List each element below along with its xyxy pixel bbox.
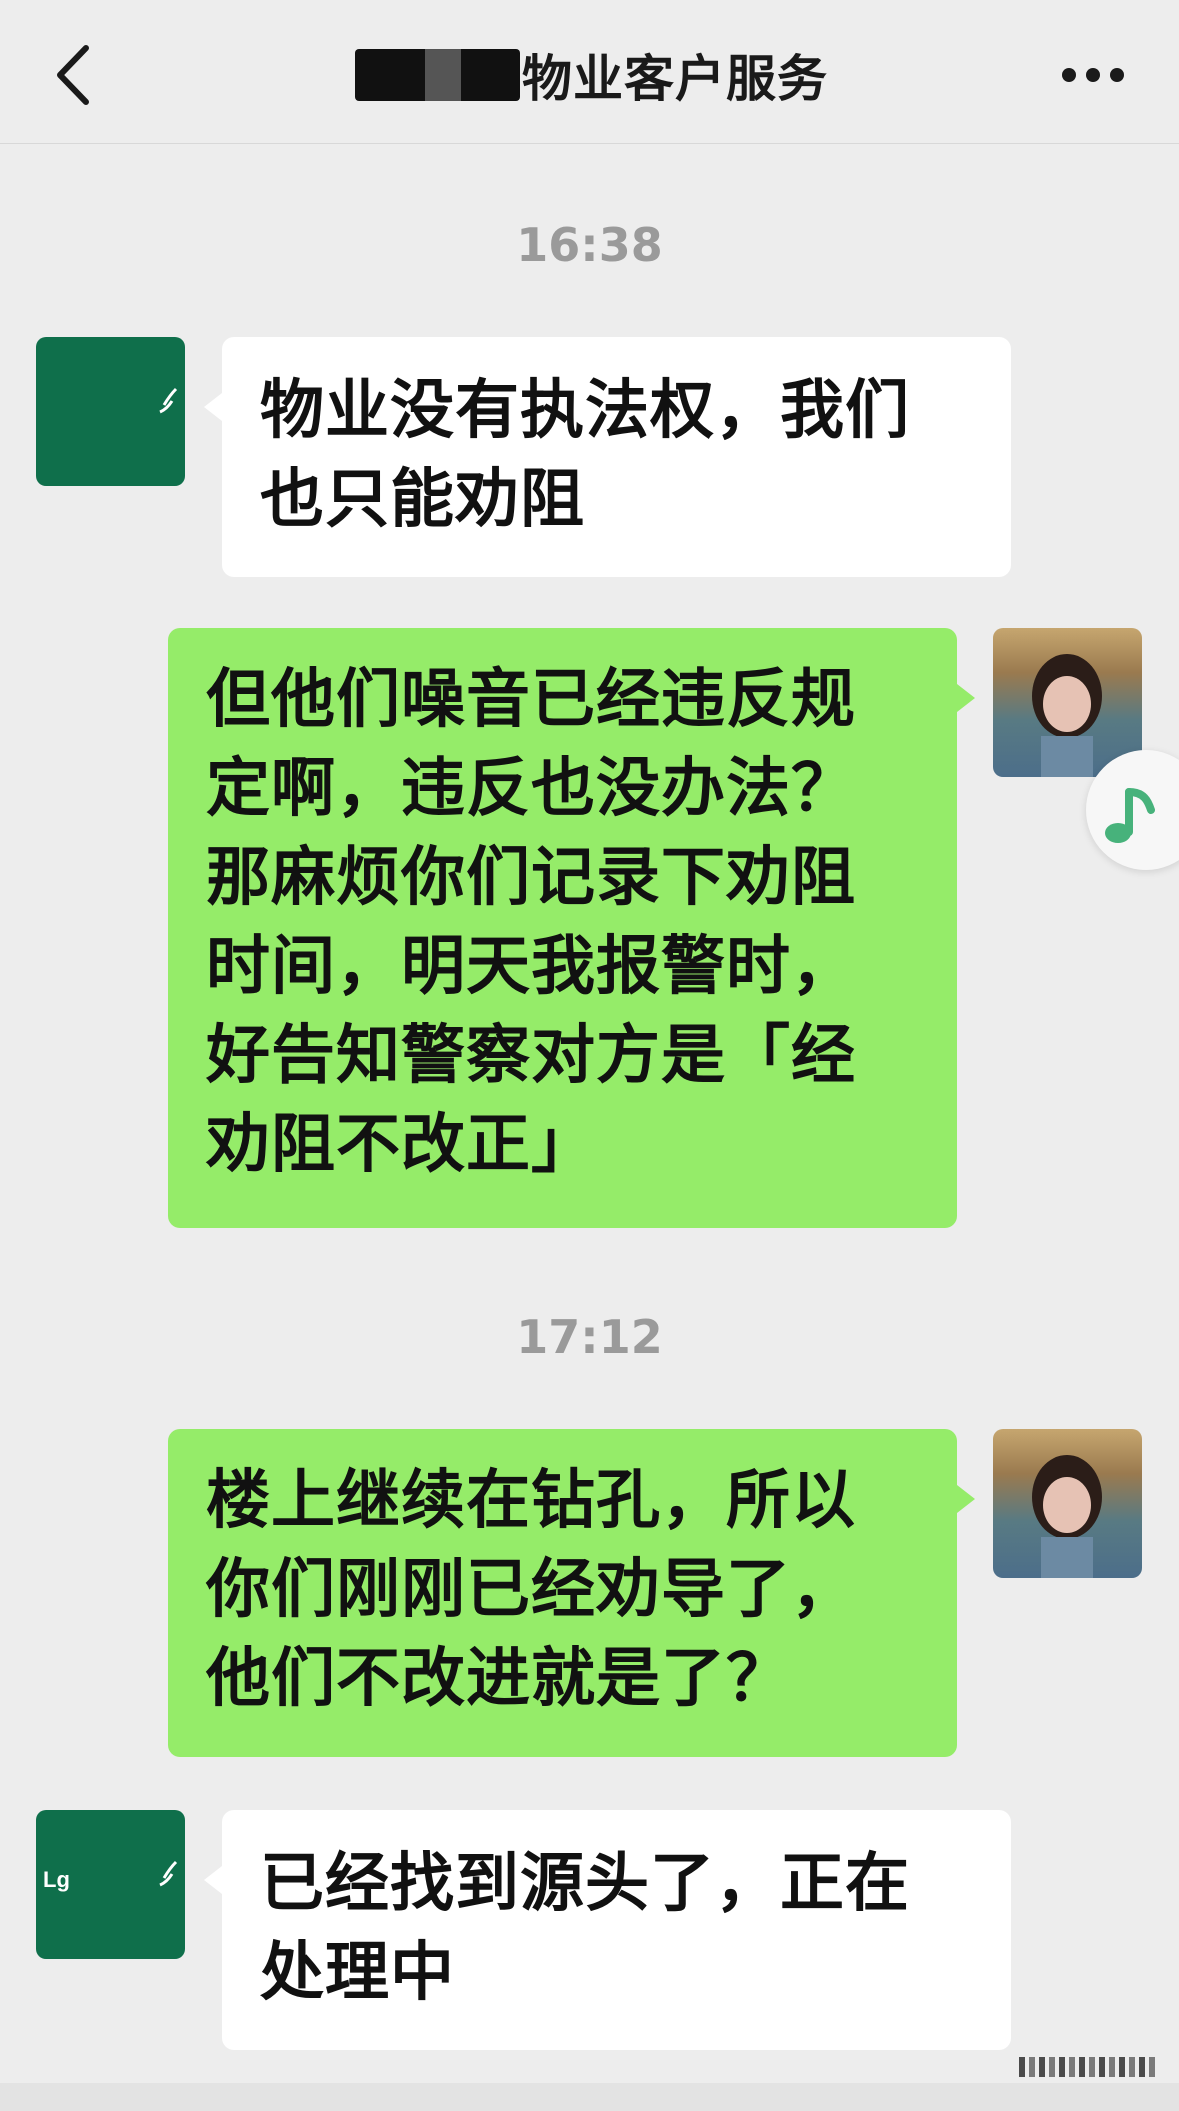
user-avatar-2[interactable]: [993, 1429, 1142, 1578]
watermark-lines: [1011, 2052, 1167, 2082]
message-line: 他们不改进就是了？: [206, 1642, 791, 1716]
official-avatar-mark: [159, 1860, 178, 1887]
message-line: 也只能劝阻: [260, 463, 585, 537]
timestamp-label: 16:38: [516, 218, 663, 272]
message-line: 但他们噪音已经违反规: [206, 663, 856, 737]
music-note-icon: [1105, 788, 1155, 843]
more-button[interactable]: [1059, 58, 1127, 92]
floating-music-button[interactable]: [1086, 750, 1179, 870]
more-dots-icon: [1062, 68, 1124, 82]
back-button[interactable]: [48, 40, 98, 110]
message-line: 时间，明天我报警时，: [206, 930, 856, 1004]
message-line: 劝阻不改正」: [206, 1108, 596, 1182]
redacted-name-block: [355, 49, 520, 101]
timestamp-label: 17:12: [516, 1310, 663, 1364]
incoming-message-1: 物业没有执法权，我们 也只能劝阻: [204, 337, 1011, 577]
incoming-message-2: 已经找到源头了，正在 处理中: [204, 1810, 1011, 2050]
official-account-avatar[interactable]: [36, 337, 185, 486]
message-line: 楼上继续在钻孔，所以: [206, 1464, 856, 1538]
message-line: 已经找到源头了，正在: [260, 1847, 910, 1921]
message-line: 处理中: [260, 1936, 455, 2010]
message-line: 物业没有执法权，我们: [260, 374, 910, 448]
user-avatar-figure: [1032, 1455, 1102, 1578]
bottom-safe-area: [0, 2083, 1179, 2111]
chat-header: 物业客户服务: [0, 0, 1179, 144]
chevron-left-icon: [57, 45, 89, 105]
message-line: 定啊，违反也没办法？: [206, 752, 856, 826]
watermark-bars-icon: [1019, 2057, 1155, 2077]
message-line: 那麻烦你们记录下劝阻: [206, 841, 856, 915]
page-title: 物业客户服务: [522, 50, 828, 108]
outgoing-message-2: 楼上继续在钻孔，所以 你们刚刚已经劝导了， 他们不改进就是了？: [168, 1429, 975, 1757]
official-account-avatar[interactable]: Lg: [36, 1810, 185, 1959]
message-line: 好告知警察对方是「经: [206, 1019, 856, 1093]
message-line: 你们刚刚已经劝导了，: [206, 1553, 856, 1627]
official-avatar-mark: [159, 387, 178, 414]
outgoing-message-1: 但他们噪音已经违反规 定啊，违反也没办法？ 那麻烦你们记录下劝阻 时间，明天我报…: [168, 628, 975, 1228]
chat-title-wrap: 物业客户服务: [355, 40, 828, 110]
